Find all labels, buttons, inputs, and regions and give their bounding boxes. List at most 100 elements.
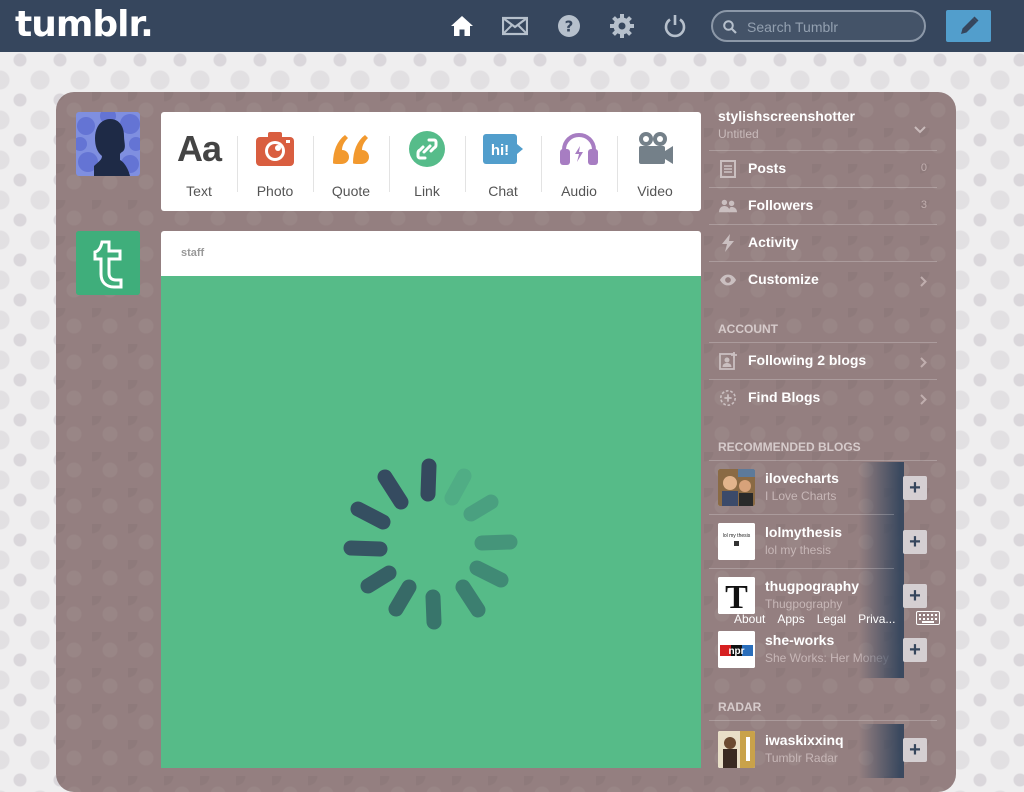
blog-item-shade	[859, 462, 904, 516]
sidebar-item-activity[interactable]: Activity	[709, 225, 937, 261]
divider	[709, 568, 894, 569]
sidebar-item-label: Posts	[748, 160, 787, 176]
blog-avatar	[718, 731, 755, 768]
search-input[interactable]	[745, 17, 919, 37]
post-type-toolbar: Aa Text Photo Quote Link hi! Chat Audio	[161, 112, 701, 211]
chevron-right-icon	[920, 392, 927, 410]
follow-plus-button[interactable]: +	[903, 476, 927, 500]
video-camera-icon	[636, 129, 674, 169]
following-icon	[719, 352, 737, 370]
post-text-button[interactable]: Aa Text	[161, 112, 237, 211]
blog-name: thugpography	[765, 578, 860, 594]
post-type-label: Text	[186, 183, 212, 199]
recommended-blog-item[interactable]: npr she-works She Works: Her Money +	[709, 624, 937, 681]
text-icon: Aa	[176, 128, 222, 169]
avatar-text: T	[725, 579, 748, 614]
radar-blog-item[interactable]: iwaskixxinq Tumblr Radar +	[709, 724, 937, 781]
link-icon	[409, 129, 445, 169]
user-avatar[interactable]	[76, 112, 140, 176]
compose-button[interactable]	[946, 10, 991, 42]
post-video-button[interactable]: Video	[617, 112, 693, 211]
divider	[709, 460, 937, 461]
posts-icon	[719, 160, 737, 178]
top-navigation-bar: tumblr. ?	[0, 0, 1024, 52]
activity-icon	[719, 234, 737, 252]
camera-icon	[256, 129, 294, 169]
sidebar-item-following[interactable]: Following 2 blogs	[709, 343, 937, 379]
blog-avatar: lol my thesis	[718, 523, 755, 560]
post-link-button[interactable]: Link	[389, 112, 465, 211]
settings-icon[interactable]	[609, 13, 635, 39]
chevron-right-icon	[920, 355, 927, 373]
headphones-icon	[559, 129, 599, 169]
search-icon	[723, 20, 737, 34]
post-body	[161, 276, 701, 768]
post-type-label: Link	[414, 183, 440, 199]
svg-text:?: ?	[565, 18, 574, 36]
footer-link-apps[interactable]: Apps	[777, 612, 804, 626]
pencil-icon	[960, 16, 978, 34]
post-audio-button[interactable]: Audio	[541, 112, 617, 211]
follow-plus-button[interactable]: +	[903, 584, 927, 608]
recommended-blog-item[interactable]: lol my thesis lolmythesis lol my thesis …	[709, 516, 937, 573]
recommended-blog-item[interactable]: ilovecharts I Love Charts +	[709, 462, 937, 519]
footer-link-about[interactable]: About	[734, 612, 765, 626]
blog-avatar: T	[718, 577, 755, 614]
footer-links: About Apps Legal Priva...	[734, 612, 895, 626]
post-type-label: Chat	[488, 183, 518, 199]
quote-icon	[331, 129, 371, 169]
post-blog-name[interactable]: staff	[181, 247, 204, 259]
post-header: staff	[161, 231, 701, 276]
home-icon[interactable]	[449, 13, 475, 39]
blog-avatar: npr	[718, 631, 755, 668]
blog-name: lolmythesis	[765, 524, 843, 540]
sidebar-item-label: Activity	[748, 234, 799, 250]
post-quote-button[interactable]: Quote	[313, 112, 389, 211]
eye-icon	[719, 271, 737, 289]
follow-plus-button[interactable]: +	[903, 738, 927, 762]
sidebar-item-posts[interactable]: Posts 0	[709, 151, 937, 187]
sidebar-item-label: Customize	[748, 271, 819, 287]
blog-name: she-works	[765, 632, 835, 648]
help-icon[interactable]: ?	[556, 13, 582, 39]
chevron-down-icon[interactable]	[914, 121, 926, 139]
post-type-label: Video	[637, 183, 673, 199]
account-section-title: ACCOUNT	[718, 322, 778, 336]
keyboard-shortcuts-icon[interactable]	[916, 611, 940, 630]
sidebar-item-find-blogs[interactable]: Find Blogs	[709, 380, 937, 416]
account-blog-name[interactable]: stylishscreenshotter	[718, 108, 855, 124]
sidebar-item-label: Following 2 blogs	[748, 352, 867, 368]
blog-name: ilovecharts	[765, 470, 839, 486]
avatar-text: npr	[728, 646, 744, 657]
mail-icon[interactable]	[502, 13, 528, 39]
chevron-right-icon	[920, 274, 927, 292]
blog-name: iwaskixxinq	[765, 732, 844, 748]
chat-icon: hi!	[483, 129, 523, 169]
posts-count: 0	[920, 162, 927, 174]
recommended-section-title: RECOMMENDED BLOGS	[718, 440, 861, 454]
avatar-text: lol my thesis	[723, 533, 751, 539]
footer-link-legal[interactable]: Legal	[817, 612, 846, 626]
sidebar-item-label: Followers	[748, 197, 814, 213]
follow-plus-button[interactable]: +	[903, 638, 927, 662]
blog-item-shade	[859, 624, 904, 678]
blog-avatar	[718, 469, 755, 506]
post-type-label: Photo	[256, 183, 294, 199]
blog-item-shade	[859, 516, 904, 570]
post-photo-button[interactable]: Photo	[237, 112, 313, 211]
sidebar-item-customize[interactable]: Customize	[709, 262, 937, 298]
follow-plus-button[interactable]: +	[903, 530, 927, 554]
search-box[interactable]	[711, 10, 926, 42]
divider	[709, 514, 894, 515]
staff-avatar[interactable]	[76, 231, 140, 295]
find-blogs-icon	[719, 389, 737, 407]
blog-item-shade	[859, 724, 904, 778]
svg-text:hi!: hi!	[491, 142, 509, 159]
tumblr-logo[interactable]: tumblr.	[15, 3, 154, 47]
post-chat-button[interactable]: hi! Chat	[465, 112, 541, 211]
account-blog-subtitle: Untitled	[718, 127, 759, 141]
footer-link-privacy[interactable]: Priva...	[858, 612, 895, 626]
sidebar-item-followers[interactable]: Followers 3	[709, 188, 937, 224]
power-icon[interactable]	[662, 13, 688, 39]
divider	[709, 720, 937, 721]
